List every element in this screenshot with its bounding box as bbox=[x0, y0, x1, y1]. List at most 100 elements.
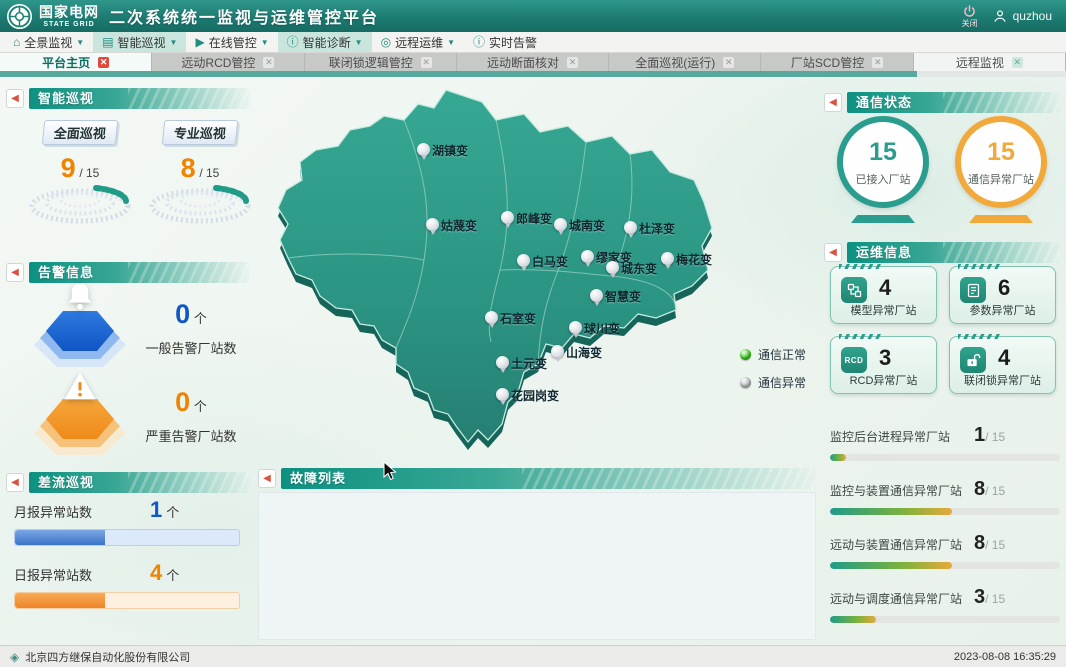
menu-item-在线管控[interactable]: ▶在线管控▼ bbox=[186, 32, 277, 52]
tab-厂站SCD管控[interactable]: 厂站SCD管控✕ bbox=[761, 53, 913, 71]
alarm-count: 0 个 bbox=[136, 299, 246, 330]
collapse-icon[interactable]: ◀ bbox=[6, 473, 24, 492]
collapse-icon[interactable]: ◀ bbox=[824, 93, 842, 112]
section-ops-info-header: ◀ 运维信息 bbox=[824, 242, 1060, 263]
collapse-icon[interactable]: ◀ bbox=[258, 469, 276, 488]
tab-label: 远程监视 bbox=[956, 54, 1004, 71]
diff-progressbar bbox=[14, 592, 240, 609]
station-pin-土元变[interactable]: 土元变 bbox=[496, 356, 509, 374]
section-title: 运维信息 bbox=[856, 245, 912, 260]
stat-监控与装置通信异常厂站: 监控与装置通信异常厂站 8/ 15 bbox=[830, 478, 1060, 515]
fault-list-body[interactable] bbox=[258, 492, 816, 640]
station-pin-城东变[interactable]: 城东变 bbox=[606, 261, 619, 279]
station-pin-城南变[interactable]: 城南变 bbox=[554, 218, 567, 236]
spiral-gauge-icon bbox=[148, 178, 252, 228]
menu-item-label: 远程运维 bbox=[395, 34, 443, 51]
alarm-text: 0 个 一般告警厂站数 bbox=[136, 299, 246, 357]
station-pin-白马变[interactable]: 白马变 bbox=[517, 254, 530, 272]
gauge-专业巡视[interactable]: 专业巡视8 / 15 bbox=[144, 120, 256, 233]
menu-item-远程运维[interactable]: ◎远程运维▼ bbox=[372, 32, 464, 52]
ops-card-模型异常厂站[interactable]: 4 模型异常厂站 bbox=[830, 266, 937, 324]
ops-card-RCD异常厂站[interactable]: RCD 3 RCD异常厂站 bbox=[830, 336, 937, 394]
menu-item-全景监视[interactable]: ⌂全景监视▼ bbox=[4, 32, 93, 52]
close-icon[interactable]: ✕ bbox=[567, 57, 578, 68]
play-circle-icon: ▶ bbox=[195, 36, 204, 48]
close-icon[interactable]: ✕ bbox=[723, 57, 734, 68]
station-pin-石室变[interactable]: 石室变 bbox=[485, 311, 498, 329]
section-diff-inspection-header: ◀ 差流巡视 bbox=[6, 472, 250, 493]
ops-card-参数异常厂站[interactable]: 6 参数异常厂站 bbox=[949, 266, 1056, 324]
section-title: 智能巡视 bbox=[38, 91, 94, 106]
legend-通信异常: 通信异常 bbox=[740, 374, 806, 391]
company-logo-icon: ◈ bbox=[10, 650, 19, 664]
user-account[interactable]: quzhou bbox=[992, 8, 1052, 24]
station-label: 杜泽变 bbox=[639, 220, 675, 237]
station-label: 城南变 bbox=[569, 217, 605, 234]
menu-item-label: 实时告警 bbox=[489, 34, 537, 51]
gauge-value: 15 bbox=[961, 138, 1041, 167]
station-pin-缪家变[interactable]: 缪家变 bbox=[581, 250, 594, 268]
alarm-count: 0 个 bbox=[136, 387, 246, 418]
menu-item-智能巡视[interactable]: ▤ 智能巡视 ▼ bbox=[93, 32, 186, 52]
close-icon[interactable]: ✕ bbox=[421, 57, 432, 68]
collapse-icon[interactable]: ◀ bbox=[824, 243, 842, 262]
ops-cards: 4 模型异常厂站 6 参数异常厂站RCD 3 RCD异常厂站 4 联闭锁异常厂站 bbox=[830, 266, 1060, 394]
chevron-down-icon: ▼ bbox=[355, 38, 363, 47]
station-pin-杜泽变[interactable]: 杜泽变 bbox=[624, 221, 637, 239]
tab-联闭锁逻辑管控[interactable]: 联闭锁逻辑管控 ✕ bbox=[305, 53, 457, 71]
menu-item-label: 在线管控 bbox=[209, 34, 257, 51]
close-icon[interactable]: ✕ bbox=[263, 57, 274, 68]
close-icon[interactable]: ✕ bbox=[98, 57, 109, 68]
legend-通信正常: 通信正常 bbox=[740, 346, 806, 363]
station-pin-智慧变[interactable]: 智慧变 bbox=[590, 289, 603, 307]
stat-label: 远动与装置通信异常厂站 bbox=[830, 536, 974, 553]
ring-gauge-icon: 15 已接入厂站 bbox=[837, 116, 929, 208]
station-pin-湖镇变[interactable]: 湖镇变 bbox=[417, 143, 430, 161]
collapse-icon[interactable]: ◀ bbox=[6, 263, 24, 282]
station-pin-球川变[interactable]: 球川变 bbox=[569, 321, 582, 339]
close-icon[interactable]: ✕ bbox=[1012, 57, 1023, 68]
comm-gauges: 15 已接入厂站 15 通信异常厂站 bbox=[824, 116, 1060, 238]
tab-label: 联闭锁逻辑管控 bbox=[329, 54, 413, 71]
menu-item-智能诊断[interactable]: ⓘ 智能诊断 ▼ bbox=[278, 32, 372, 52]
station-pin-梅花变[interactable]: 梅花变 bbox=[661, 252, 674, 270]
station-label: 花园岗变 bbox=[511, 387, 559, 404]
stat-value: 8/ 15 bbox=[974, 532, 1060, 555]
tab-远动断面核对[interactable]: 远动断面核对✕ bbox=[457, 53, 609, 71]
station-pin-姑蔑变[interactable]: 姑蔑变 bbox=[426, 218, 439, 236]
menu-item-label: 智能巡视 bbox=[118, 34, 166, 51]
collapse-icon[interactable]: ◀ bbox=[6, 89, 24, 108]
ops-card-联闭锁异常厂站[interactable]: 4 联闭锁异常厂站 bbox=[949, 336, 1056, 394]
warning-icon bbox=[60, 367, 100, 407]
card-label: 联闭锁异常厂站 bbox=[950, 372, 1055, 388]
gauge-label: 通信异常厂站 bbox=[961, 171, 1041, 187]
tab-远程监视[interactable]: 远程监视 ✕ bbox=[914, 53, 1066, 71]
stat-progressbar bbox=[830, 562, 1060, 569]
station-pin-郎峰变[interactable]: 郎峰变 bbox=[501, 211, 514, 229]
close-icon[interactable]: ✕ bbox=[872, 57, 883, 68]
diff-item-月报异常站数: 月报异常站数1个 bbox=[14, 497, 240, 546]
station-label: 土元变 bbox=[511, 355, 547, 372]
tab-全面巡视(运行)[interactable]: 全面巡视(运行)✕ bbox=[609, 53, 761, 71]
gauge-全面巡视[interactable]: 全面巡视9 / 15 bbox=[24, 120, 136, 233]
tab-远动RCD管控[interactable]: 远动RCD管控✕ bbox=[152, 53, 304, 71]
menu-item-label: 智能诊断 bbox=[303, 34, 351, 51]
grid-icon: ▤ bbox=[102, 36, 113, 48]
info-circle-icon: ⓘ bbox=[287, 36, 299, 48]
station-label: 梅花变 bbox=[676, 251, 712, 268]
chevron-down-icon: ▼ bbox=[447, 38, 455, 47]
tab-平台主页[interactable]: 平台主页✕ bbox=[0, 53, 152, 71]
logout-button[interactable]: 关闭 bbox=[962, 4, 978, 29]
chevron-down-icon: ▼ bbox=[170, 38, 178, 47]
company-info: ◈ 北京四方继保自动化股份有限公司 bbox=[10, 649, 190, 665]
legend-ball-icon bbox=[740, 377, 751, 388]
section-fault-list-header: ◀ 故障列表 bbox=[258, 468, 816, 489]
header-actions: 关闭 quzhou bbox=[962, 4, 1066, 29]
stat-监控后台进程异常厂站: 监控后台进程异常厂站 1/ 15 bbox=[830, 424, 1060, 461]
dashboard: ◀ 智能巡视 全面巡视9 / 15 专业巡视8 / 15 ◀ 告警信息 0 个 … bbox=[0, 77, 1066, 645]
menu-item-实时告警[interactable]: ⓘ实时告警 bbox=[464, 32, 546, 52]
station-label: 智慧变 bbox=[605, 288, 641, 305]
station-pin-山海变[interactable]: 山海变 bbox=[551, 345, 564, 363]
station-pin-花园岗变[interactable]: 花园岗变 bbox=[496, 388, 509, 406]
app-window: 国家电网 STATE GRID 二次系统统一监视与运维管控平台 关闭 quzho… bbox=[0, 0, 1066, 667]
